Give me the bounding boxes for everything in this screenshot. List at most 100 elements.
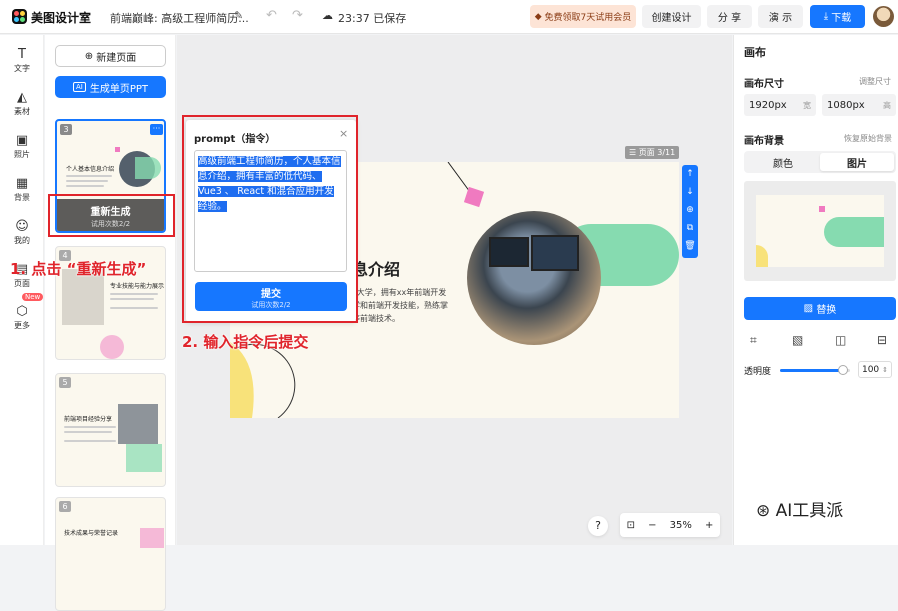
nav-label: 素材 xyxy=(14,107,30,116)
thumb-title: 前端项目经验分享 xyxy=(64,416,113,423)
thumb-title: 个人基本信息介绍 xyxy=(66,166,115,173)
avatar[interactable] xyxy=(873,6,894,27)
nav-item-text[interactable]: T 文字 xyxy=(0,47,44,74)
fit-screen-icon[interactable]: ⊡ xyxy=(627,520,635,531)
add-page-icon[interactable]: ⊕ xyxy=(682,201,698,219)
thumb-title: 技术成果与荣誉记录 xyxy=(64,530,119,537)
download-icon: ⤓ xyxy=(823,11,832,22)
width-field[interactable]: 1920px 宽 xyxy=(744,94,816,116)
bg-type-tabs: 颜色 图片 xyxy=(744,151,896,173)
page-number: 6 xyxy=(59,501,71,512)
undo-icon[interactable]: ↶ xyxy=(266,8,277,23)
image-icon: ▨ xyxy=(803,303,817,314)
nav-item-photos[interactable]: ▣ 照片 xyxy=(0,133,44,160)
left-nav: T 文字 ◭ 素材 ▣ 照片 ▦ 背景 ☺ 我的 ▤ 页面 ⬡ 更多 xyxy=(0,35,44,545)
nav-label: 文字 xyxy=(14,64,30,73)
list-icon: ☰ xyxy=(629,148,639,157)
copy-page-icon[interactable]: ⧉ xyxy=(682,219,698,237)
resize-link[interactable]: 调整尺寸 xyxy=(859,76,891,87)
generate-ppt-button[interactable]: AI 生成单页PPT xyxy=(55,76,166,98)
nav-item-mine[interactable]: ☺ 我的 xyxy=(0,219,44,246)
thumb-photo xyxy=(118,404,158,444)
move-down-icon[interactable]: ↓ xyxy=(682,183,698,201)
opacity-slider-handle[interactable] xyxy=(838,365,848,375)
height-value: 1080px xyxy=(827,99,865,111)
flip-horizontal-icon[interactable]: ◫ xyxy=(835,333,846,347)
present-button[interactable]: 演 示 xyxy=(758,5,803,28)
diamond-icon: ◆ xyxy=(534,11,545,22)
download-label: 下载 xyxy=(831,13,852,24)
help-button[interactable]: ? xyxy=(588,516,608,536)
restore-bg-link[interactable]: 恢复原始背景 xyxy=(844,133,892,144)
nav-label: 更多 xyxy=(14,321,30,330)
thumb-shape xyxy=(140,528,164,548)
monitor-shape xyxy=(531,235,579,271)
zoom-in-button[interactable]: + xyxy=(705,520,713,531)
ai-badge-icon: AI xyxy=(72,82,86,92)
replace-button[interactable]: ▨ 替换 xyxy=(744,297,896,320)
slide-photo[interactable] xyxy=(467,211,601,345)
thumb-shape xyxy=(135,157,161,179)
thumb-text-line xyxy=(66,185,104,187)
opacity-value[interactable]: 100 ⇕ xyxy=(858,361,892,378)
thumb-text-line xyxy=(64,440,116,442)
background-icon: ▦ xyxy=(15,176,29,191)
nav-label: 照片 xyxy=(14,150,30,159)
nav-item-background[interactable]: ▦ 背景 xyxy=(0,176,44,203)
watermark: ⊛ AI工具派 xyxy=(756,496,843,521)
page-indicator-label: 页面 3/11 xyxy=(638,148,676,157)
edit-icon[interactable]: ✎ xyxy=(234,9,243,22)
filter-icon[interactable]: ▧ xyxy=(792,333,803,347)
redo-icon[interactable]: ↷ xyxy=(292,8,303,23)
annotation-box-regenerate xyxy=(48,194,175,237)
thumb-title: 专业技能与能力展示 xyxy=(110,283,165,290)
more-dots-icon[interactable]: ··· xyxy=(150,124,163,135)
nav-label: 背景 xyxy=(14,193,30,202)
thumb-text-line xyxy=(66,175,112,177)
share-button[interactable]: 分 享 xyxy=(707,5,752,28)
annotation-step-1: 1. 点击 “重新生成” xyxy=(10,260,147,278)
download-button[interactable]: ⤓ 下载 xyxy=(810,5,865,28)
cloud-save-icon: ☁ xyxy=(322,9,333,22)
watermark-text: AI工具派 xyxy=(775,501,844,521)
create-design-button[interactable]: 创建设计 xyxy=(642,5,701,28)
slide-body[interactable]: x大学，拥有xx年前端开发 学和前端开发技能，熟练掌 等前端技术。 xyxy=(352,286,448,325)
photo-icon: ▣ xyxy=(15,133,29,148)
promo-button[interactable]: ◆ 免费领取7天试用会员 xyxy=(530,5,636,28)
annotation-step-2: 2. 输入指令后提交 xyxy=(182,333,309,351)
top-bar: 美图设计室 前端巅峰: 高级工程师简历... ✎ ↶ ↷ ☁ 23:37 已保存… xyxy=(0,0,898,34)
width-unit: 宽 xyxy=(803,100,811,110)
height-unit: 高 xyxy=(883,100,891,110)
page-number: 3 xyxy=(60,124,72,135)
slide-body-line: 学和前端开发技能，熟练掌 xyxy=(352,301,448,310)
replace-label: 替换 xyxy=(816,305,837,316)
tab-color[interactable]: 颜色 xyxy=(746,153,820,171)
thumb-text-line xyxy=(64,431,112,433)
move-up-icon[interactable]: ↑ xyxy=(682,165,698,183)
new-badge: New xyxy=(22,293,44,301)
nav-item-elements[interactable]: ◭ 素材 xyxy=(0,90,44,117)
delete-page-icon[interactable]: 🗑 xyxy=(682,237,698,255)
opacity-label: 透明度 xyxy=(744,367,772,377)
nav-item-more[interactable]: ⬡ 更多 xyxy=(0,304,44,331)
flip-vertical-icon[interactable]: ⊟ xyxy=(877,333,887,347)
bg-preview[interactable] xyxy=(744,181,896,281)
bg-preview-image xyxy=(756,195,884,267)
canvas-bg-label: 画布背景 xyxy=(744,136,784,147)
element-icon: ◭ xyxy=(17,90,27,105)
crop-icon[interactable]: ⌗ xyxy=(750,333,757,348)
zoom-out-button[interactable]: − xyxy=(648,520,656,531)
slide-heading[interactable]: 息介绍 xyxy=(352,256,400,280)
document-title[interactable]: 前端巅峰: 高级工程师简历... xyxy=(110,10,249,26)
thumb-text-line xyxy=(110,293,158,295)
page-thumb-6[interactable]: 6 技术成果与荣誉记录 xyxy=(55,497,166,611)
thumb-text-line xyxy=(64,426,116,428)
tab-image[interactable]: 图片 xyxy=(820,153,894,171)
width-value: 1920px xyxy=(749,99,787,111)
monitor-shape xyxy=(489,237,529,267)
new-page-button[interactable]: ⊕ 新建页面 xyxy=(55,45,166,67)
height-field[interactable]: 1080px 高 xyxy=(822,94,896,116)
page-thumb-5[interactable]: 5 前端项目经验分享 xyxy=(55,373,166,487)
text-icon: T xyxy=(18,47,26,62)
generate-ppt-label: 生成单页PPT xyxy=(89,83,149,95)
